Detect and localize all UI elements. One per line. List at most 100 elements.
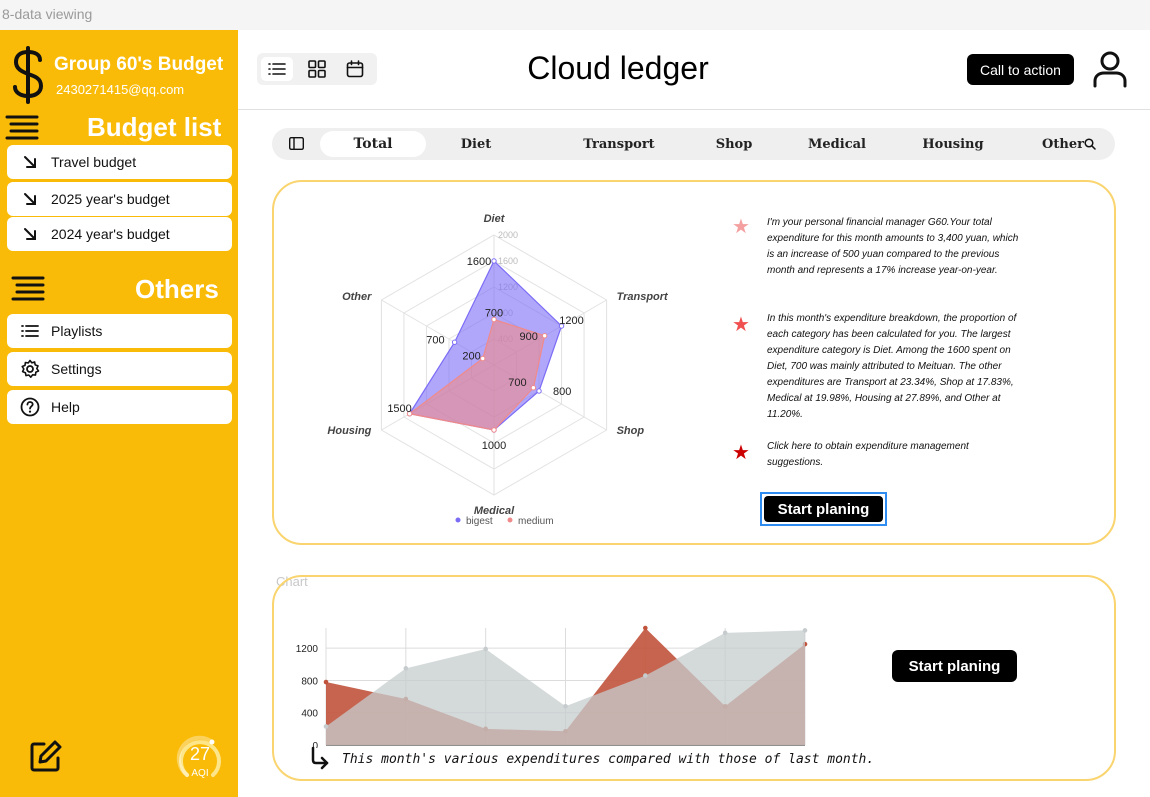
list-view-button[interactable] bbox=[261, 57, 293, 81]
radar-axis-label: Other bbox=[342, 291, 372, 303]
radar-point bbox=[530, 385, 537, 391]
list-icon bbox=[19, 320, 41, 342]
radar-point bbox=[541, 333, 548, 339]
radar-data-label: 1200 bbox=[559, 315, 583, 327]
y-tick-label: 800 bbox=[301, 676, 318, 687]
insight-summary: I'm your personal financial manager G60.… bbox=[767, 217, 1019, 276]
tab-total[interactable]: Total bbox=[320, 131, 426, 157]
start-planning-button[interactable]: Start planing bbox=[760, 492, 887, 526]
star-icon: ★ bbox=[732, 216, 750, 238]
radar-point bbox=[536, 388, 542, 394]
budget-item-label: Travel budget bbox=[51, 154, 137, 170]
sidebar-item-settings[interactable]: Settings bbox=[7, 352, 232, 386]
arrow-down-right-icon bbox=[19, 188, 41, 210]
grid-icon bbox=[308, 60, 326, 78]
radar-data-label: 700 bbox=[508, 377, 526, 389]
arrow-down-right-icon bbox=[19, 223, 41, 245]
radar-point bbox=[480, 355, 486, 362]
legend-swatch bbox=[455, 517, 461, 523]
area-point bbox=[802, 628, 808, 633]
area-point bbox=[323, 679, 329, 685]
header-divider bbox=[238, 109, 1150, 110]
sidebar-toggle-icon[interactable] bbox=[289, 137, 304, 150]
radar-data-label: 1000 bbox=[482, 440, 506, 452]
radar-data-label: 700 bbox=[426, 334, 444, 346]
sidebar-item-label: Settings bbox=[51, 361, 102, 377]
tab-other[interactable]: Other bbox=[1038, 131, 1088, 157]
radar-point bbox=[491, 258, 497, 264]
tab-diet[interactable]: Diet bbox=[450, 131, 502, 157]
category-tabs: Total Diet Transport Shop Medical Housin… bbox=[272, 128, 1115, 160]
radar-data-label: 700 bbox=[485, 308, 503, 320]
sidebar: Group 60's Budget 2430271415@qq.com Budg… bbox=[0, 30, 238, 797]
insight-breakdown: In this month's expenditure breakdown, t… bbox=[767, 313, 1017, 420]
sidebar-item-label: Help bbox=[51, 399, 80, 415]
sidebar-item-playlists[interactable]: Playlists bbox=[7, 314, 232, 348]
budget-item-label: 2024 year's budget bbox=[51, 226, 170, 242]
arrow-down-right-icon bbox=[19, 151, 41, 173]
budget-item-travel[interactable]: Travel budget bbox=[7, 145, 232, 179]
chart-caption: This month's various expenditures compar… bbox=[342, 752, 875, 767]
area-point bbox=[483, 646, 488, 652]
radar-point bbox=[491, 427, 497, 433]
search-icon[interactable] bbox=[1084, 138, 1096, 150]
y-tick-label: 400 bbox=[301, 709, 318, 720]
area-point bbox=[643, 625, 648, 631]
legend-swatch bbox=[507, 517, 513, 523]
radar-axis-label: Transport bbox=[617, 291, 669, 303]
area-point bbox=[643, 673, 648, 678]
area-chart: 04008001200DietTransportShopImproveMedic… bbox=[296, 625, 808, 748]
app-title: Cloud ledger bbox=[527, 50, 709, 86]
gear-icon bbox=[19, 358, 41, 380]
help-icon bbox=[19, 396, 41, 418]
radar-scale-tick: 2000 bbox=[498, 230, 518, 240]
frame-title: 8-data viewing bbox=[2, 6, 93, 22]
menu-icon[interactable] bbox=[5, 114, 39, 140]
grid-view-button[interactable] bbox=[301, 57, 333, 81]
list-icon bbox=[268, 63, 286, 75]
legend-label: bigest bbox=[466, 516, 493, 527]
dollar-logo-icon bbox=[13, 46, 44, 104]
budget-item-2025[interactable]: 2025 year's budget bbox=[7, 182, 232, 216]
tab-shop[interactable]: Shop bbox=[704, 131, 764, 157]
aqi-value: 27 bbox=[189, 744, 211, 764]
arrow-return-icon bbox=[311, 746, 329, 770]
tab-housing[interactable]: Housing bbox=[912, 131, 994, 157]
view-switcher bbox=[257, 53, 377, 85]
budget-item-2024[interactable]: 2024 year's budget bbox=[7, 217, 232, 251]
radar-chart: 200016001200800400DietTransportShopMedic… bbox=[327, 213, 669, 527]
legend-label: medium bbox=[518, 516, 554, 527]
budget-item-label: 2025 year's budget bbox=[51, 191, 170, 207]
aqi-label: AQI bbox=[191, 768, 209, 779]
area-point bbox=[403, 666, 409, 671]
call-to-action-button[interactable]: Call to action bbox=[967, 54, 1074, 85]
budget-list-title: Budget list bbox=[87, 112, 222, 142]
radar-data-label: 1600 bbox=[467, 256, 491, 268]
radar-data-label: 200 bbox=[462, 351, 480, 363]
menu-icon[interactable] bbox=[11, 275, 45, 301]
star-icon: ★ bbox=[732, 442, 750, 464]
start-planning-label: Start planing bbox=[764, 496, 883, 522]
sidebar-item-help[interactable]: Help bbox=[7, 390, 232, 424]
tab-transport[interactable]: Transport bbox=[574, 131, 664, 157]
user-icon[interactable] bbox=[1092, 50, 1128, 88]
radar-point bbox=[451, 339, 458, 345]
tab-medical[interactable]: Medical bbox=[798, 131, 876, 157]
radar-data-label: 800 bbox=[553, 386, 571, 398]
main-panel: Cloud ledger Call to action Total Diet T… bbox=[238, 30, 1150, 797]
insight-suggestion-link[interactable]: Click here to obtain expenditure managem… bbox=[767, 439, 1027, 471]
start-planning-button-2[interactable]: Start planing bbox=[892, 650, 1017, 682]
calendar-view-button[interactable] bbox=[339, 57, 371, 81]
radar-axis-label: Housing bbox=[327, 425, 371, 437]
calendar-icon bbox=[346, 60, 364, 78]
y-tick-label: 1200 bbox=[296, 644, 319, 655]
star-icon: ★ bbox=[732, 314, 750, 336]
edit-icon[interactable] bbox=[28, 738, 64, 774]
area-point bbox=[323, 724, 329, 729]
radar-axis-label: Shop bbox=[617, 425, 645, 437]
radar-scale-tick: 1600 bbox=[498, 256, 518, 266]
group-email: 2430271415@qq.com bbox=[56, 82, 185, 97]
others-title: Others bbox=[135, 274, 219, 304]
group-name: Group 60's Budget bbox=[54, 54, 224, 75]
sidebar-item-label: Playlists bbox=[51, 323, 103, 339]
